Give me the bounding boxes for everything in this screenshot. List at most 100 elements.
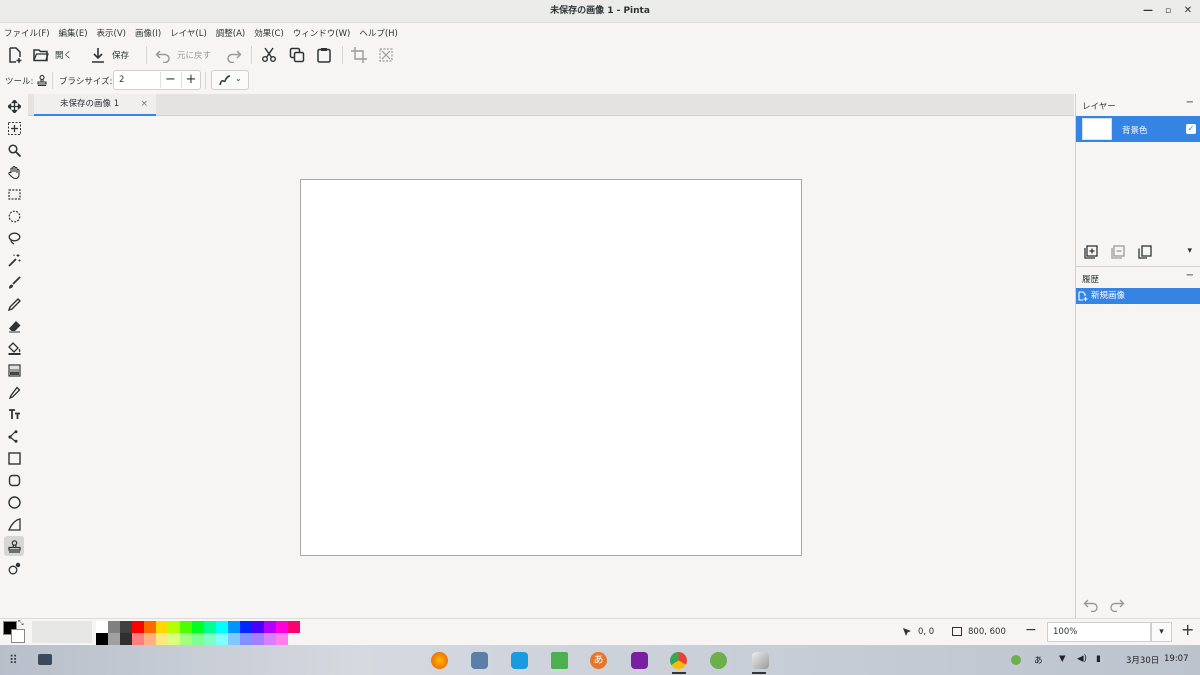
- new-image-button[interactable]: [7, 45, 23, 65]
- tool-move-selected[interactable]: [4, 96, 24, 116]
- palette-swatch[interactable]: [240, 633, 252, 645]
- open-button[interactable]: 開く: [33, 45, 72, 65]
- undo-button[interactable]: 元に戻す: [155, 45, 211, 65]
- cloud-sync-icon[interactable]: [710, 652, 727, 669]
- files-icon[interactable]: [471, 652, 488, 669]
- palette-swatch[interactable]: [216, 621, 228, 633]
- palette-swatch[interactable]: [228, 633, 240, 645]
- close-tab-icon[interactable]: ×: [140, 94, 148, 115]
- layer-row[interactable]: 背景色 ✓: [1076, 116, 1200, 142]
- decrease-brush-button[interactable]: −: [160, 72, 180, 88]
- tool-move-selection[interactable]: [4, 118, 24, 138]
- palette-swatch[interactable]: [108, 633, 120, 645]
- palette-swatch[interactable]: [252, 621, 264, 633]
- palette-swatch[interactable]: [120, 621, 132, 633]
- tool-rectangle-select[interactable]: [4, 184, 24, 204]
- palette-swatch[interactable]: [168, 621, 180, 633]
- palette-swatch[interactable]: [156, 633, 168, 645]
- palette-swatch[interactable]: [228, 621, 240, 633]
- palette-swatch[interactable]: [276, 633, 288, 645]
- palette-swatch[interactable]: [132, 633, 144, 645]
- tray-cloud-icon[interactable]: [1011, 655, 1021, 665]
- tool-rounded-rectangle[interactable]: [4, 470, 24, 490]
- media-player-icon[interactable]: [631, 652, 648, 669]
- cut-button[interactable]: [261, 45, 277, 65]
- add-layer-button[interactable]: [1084, 245, 1098, 259]
- menu-file[interactable]: ファイル(F): [4, 27, 50, 39]
- palette-swatch[interactable]: [240, 621, 252, 633]
- tool-magic-wand[interactable]: [4, 250, 24, 270]
- palette-swatch[interactable]: [288, 621, 300, 633]
- menu-help[interactable]: ヘルプ(H): [359, 27, 398, 39]
- tool-paintbrush[interactable]: [4, 272, 24, 292]
- palette-swatch[interactable]: [132, 621, 144, 633]
- secondary-color-swatch[interactable]: [11, 629, 25, 643]
- increase-brush-button[interactable]: +: [181, 72, 200, 88]
- menu-layer[interactable]: レイヤ(L): [170, 27, 207, 39]
- tool-gradient[interactable]: [4, 360, 24, 380]
- tool-pan[interactable]: [4, 162, 24, 182]
- palette-swatch[interactable]: [168, 633, 180, 645]
- tool-pencil[interactable]: [4, 294, 24, 314]
- tool-ellipse-select[interactable]: [4, 206, 24, 226]
- palette-swatch[interactable]: [192, 621, 204, 633]
- layers-panel-minimize[interactable]: −: [1186, 97, 1194, 108]
- clock-time[interactable]: 19:07: [1164, 654, 1189, 664]
- palette-swatch[interactable]: [96, 633, 108, 645]
- minimize-button[interactable]: —: [1141, 4, 1155, 18]
- tool-paint-bucket[interactable]: [4, 338, 24, 358]
- duplicate-layer-button[interactable]: [1138, 245, 1152, 259]
- history-redo-button[interactable]: [1109, 598, 1125, 613]
- zoom-in-button[interactable]: +: [1181, 620, 1194, 639]
- layer-visibility-checkbox[interactable]: ✓: [1186, 124, 1196, 134]
- tool-zoom[interactable]: [4, 140, 24, 160]
- window-overview-icon[interactable]: [38, 654, 52, 665]
- pinta-icon[interactable]: [752, 652, 769, 669]
- palette-swatch[interactable]: [216, 633, 228, 645]
- antialiasing-dropdown[interactable]: ⌄: [211, 70, 249, 90]
- tool-rectangle[interactable]: [4, 448, 24, 468]
- app-grid-icon[interactable]: ⠿: [9, 653, 18, 667]
- copy-button[interactable]: [289, 45, 305, 65]
- wifi-icon[interactable]: ▼: [1059, 654, 1066, 664]
- close-button[interactable]: ✕: [1181, 4, 1195, 18]
- battery-icon[interactable]: ▮: [1096, 654, 1101, 664]
- layers-menu-dropdown[interactable]: ▾: [1187, 246, 1192, 256]
- palette-swatch[interactable]: [144, 633, 156, 645]
- menu-effects[interactable]: 効果(C): [254, 27, 284, 39]
- zoom-out-button[interactable]: −: [1025, 622, 1037, 638]
- palette-swatch[interactable]: [264, 633, 276, 645]
- palette-swatch[interactable]: [96, 621, 108, 633]
- tool-line-curve[interactable]: [4, 426, 24, 446]
- save-button[interactable]: 保存: [90, 45, 129, 65]
- palette-swatch[interactable]: [204, 621, 216, 633]
- delete-layer-button[interactable]: [1111, 245, 1125, 259]
- deselect-button[interactable]: [378, 45, 394, 65]
- volume-icon[interactable]: ◀): [1077, 654, 1087, 664]
- crop-button[interactable]: [351, 45, 367, 65]
- swap-colors-icon[interactable]: ⤡: [18, 619, 24, 628]
- palette-swatch[interactable]: [108, 621, 120, 633]
- tool-recolor[interactable]: [4, 558, 24, 578]
- software-store-icon[interactable]: [511, 652, 528, 669]
- menu-image[interactable]: 画像(I): [135, 27, 161, 39]
- canvas-viewport[interactable]: [28, 117, 1074, 618]
- tray-ime-indicator[interactable]: あ: [1034, 654, 1043, 666]
- paste-button[interactable]: [316, 45, 332, 65]
- zoom-dropdown[interactable]: ▾: [1151, 622, 1172, 642]
- chrome-icon[interactable]: [670, 652, 687, 669]
- history-item[interactable]: 新規画像: [1076, 288, 1200, 304]
- clock-date[interactable]: 3月30日: [1126, 654, 1159, 666]
- tool-lasso-select[interactable]: [4, 228, 24, 248]
- tool-freeform-shape[interactable]: [4, 514, 24, 534]
- palette-swatch[interactable]: [276, 621, 288, 633]
- menu-window[interactable]: ウィンドウ(W): [293, 27, 351, 39]
- palette-swatch[interactable]: [180, 621, 192, 633]
- input-method-icon[interactable]: あ: [590, 652, 607, 669]
- menu-edit[interactable]: 編集(E): [59, 27, 88, 39]
- image-canvas[interactable]: [300, 179, 802, 556]
- tool-text[interactable]: [4, 404, 24, 424]
- palette-swatch[interactable]: [264, 621, 276, 633]
- brush-size-input[interactable]: 2: [119, 75, 124, 85]
- palette-swatch[interactable]: [192, 633, 204, 645]
